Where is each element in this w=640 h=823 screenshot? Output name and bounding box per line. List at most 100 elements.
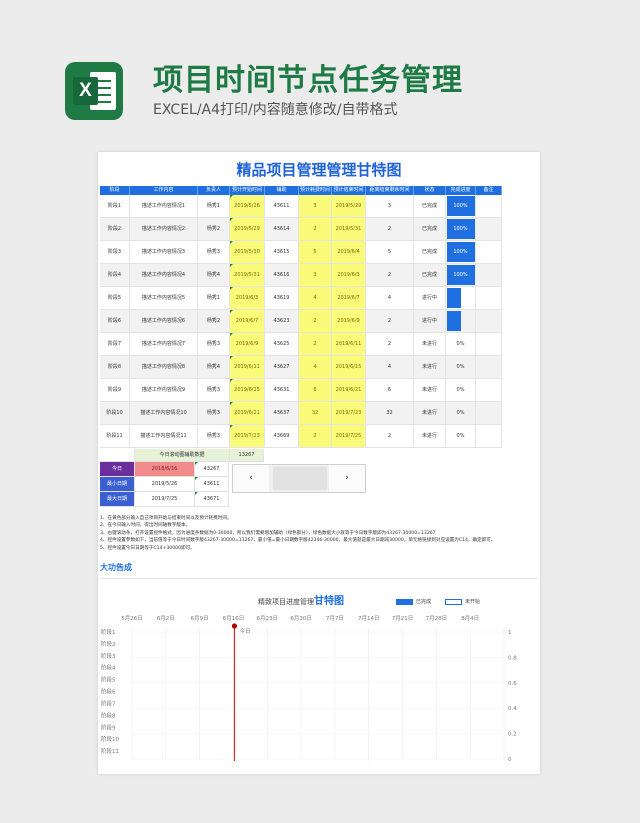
- y2-tick-label: 0.2: [508, 732, 517, 738]
- start-date-cell[interactable]: 2019/5/29: [230, 218, 265, 240]
- column-header: 状态: [414, 186, 446, 195]
- max-date-label: 最大日期: [100, 492, 135, 507]
- aux-cell: 43627: [265, 356, 299, 378]
- duration-cell[interactable]: 32: [299, 402, 332, 424]
- aux-cell: 43631: [265, 379, 299, 401]
- end-date-cell[interactable]: 2019/6/7: [332, 287, 366, 309]
- status-cell: 未进行: [414, 402, 446, 424]
- divider: [100, 578, 538, 579]
- stage-cell: 阶段8: [100, 356, 130, 378]
- remaining-cell: 2: [366, 264, 414, 286]
- duration-cell[interactable]: 2: [299, 218, 332, 240]
- table-row: 阶段8 描述工作内容情况8 杨秀4 2019/6/11 43627 4 2019/6/15 4…: [100, 356, 502, 379]
- min-date-number: 43611: [195, 477, 229, 492]
- end-date-cell[interactable]: 2019/7/23: [332, 402, 366, 424]
- progress-cell: 0%: [446, 356, 476, 378]
- start-date-cell[interactable]: 2019/5/26: [230, 195, 265, 217]
- duration-cell[interactable]: 2: [299, 425, 332, 447]
- table-row: 阶段2 描述工作内容情况2 杨秀2 2019/5/29 43614 2 2019/5/31 2…: [100, 218, 502, 241]
- aux-cell: 43619: [265, 287, 299, 309]
- stage-cell: 阶段11: [100, 425, 130, 447]
- duration-cell[interactable]: 3: [299, 264, 332, 286]
- today-value: 43267: [195, 462, 229, 477]
- column-header: 完成进度: [446, 186, 476, 195]
- y2-tick-label: 0.6: [508, 681, 517, 687]
- aux-cell: 43611: [265, 195, 299, 217]
- page-subtitle: EXCEL/A4打印/内容随意修改/自带格式: [153, 102, 398, 118]
- y-category-label: 阶段9: [101, 723, 116, 731]
- status-cell: 进行中: [414, 287, 446, 309]
- end-date-cell[interactable]: 2019/6/21: [332, 379, 366, 401]
- status-cell: 已完成: [414, 264, 446, 286]
- owner-cell: 杨秀3: [198, 379, 230, 401]
- duration-cell[interactable]: 5: [299, 241, 332, 263]
- gantt-chart: 5月26日 6月2日 6月9日 6月16日 6月23日 6月30日 7月7日 7月14日 7月2…: [101, 615, 517, 763]
- duration-cell[interactable]: 6: [299, 379, 332, 401]
- progress-text: 0%: [456, 433, 465, 439]
- start-date-cell[interactable]: 2019/6/11: [230, 356, 265, 378]
- status-cell: 已完成: [414, 218, 446, 240]
- today-date-input[interactable]: 2018/6/16: [135, 462, 195, 477]
- x-tick-label: 6月30日: [290, 615, 312, 622]
- duration-cell[interactable]: 3: [299, 195, 332, 217]
- table-row: 阶段10 描述工作内容情况10 杨秀3 2019/6/21 43637 32 2019/7/…: [100, 402, 502, 425]
- instruction-line: 2、在今日输入时间，得出时间轴数字版本。: [100, 523, 191, 529]
- y-category-label: 阶段11: [101, 747, 119, 755]
- task-cell: 描述工作内容情况6: [130, 310, 198, 332]
- progress-cell: 100%: [446, 241, 476, 263]
- duration-cell[interactable]: 2: [299, 310, 332, 332]
- remaining-cell: 4: [366, 356, 414, 378]
- y-category-label: 阶段8: [101, 711, 116, 719]
- duration-cell[interactable]: 4: [299, 287, 332, 309]
- scroll-left-arrow-icon[interactable]: ‹: [233, 465, 269, 492]
- start-date-cell[interactable]: 2019/5/31: [230, 264, 265, 286]
- scroll-helper-label: 今日滚动图辅助数据: [135, 449, 230, 462]
- end-date-cell[interactable]: 2019/6/3: [332, 264, 366, 286]
- y-category-label: 阶段2: [101, 640, 116, 648]
- min-date-label: 最小日期: [100, 477, 135, 492]
- task-cell: 描述工作内容情况2: [130, 218, 198, 240]
- x-tick-label: 6月23日: [257, 615, 279, 622]
- aux-cell: 43637: [265, 402, 299, 424]
- end-date-cell[interactable]: 2019/6/4: [332, 241, 366, 263]
- end-date-cell[interactable]: 2019/6/15: [332, 356, 366, 378]
- x-tick-label: 6月9日: [191, 615, 209, 622]
- progress-text: 0%: [456, 364, 465, 370]
- progress-bar: [447, 311, 461, 331]
- stage-cell: 阶段7: [100, 333, 130, 355]
- note-cell: [476, 402, 502, 424]
- start-date-cell[interactable]: 2019/5/30: [230, 241, 265, 263]
- y-category-label: 阶段5: [101, 676, 116, 684]
- note-cell: [476, 425, 502, 447]
- owner-cell: 杨秀1: [198, 195, 230, 217]
- end-date-cell[interactable]: 2019/5/29: [332, 195, 366, 217]
- owner-cell: 杨秀3: [198, 425, 230, 447]
- gantt-title: 精致项目进度管理甘特图: [258, 596, 344, 608]
- instruction-line: 3、右键滚动条，打开设置控件格式，因为进度条数据为0-30000，所以我们需要增…: [100, 530, 436, 536]
- start-date-cell[interactable]: 2019/6/15: [230, 379, 265, 401]
- end-date-cell[interactable]: 2019/6/9: [332, 310, 366, 332]
- start-date-cell[interactable]: 2019/6/9: [230, 333, 265, 355]
- start-date-cell[interactable]: 2019/6/3: [230, 287, 265, 309]
- legend-todo-label: 未开始: [465, 599, 481, 605]
- end-date-cell[interactable]: 2019/6/11: [332, 333, 366, 355]
- start-date-cell[interactable]: 2019/6/7: [230, 310, 265, 332]
- y-category-label: 阶段4: [101, 664, 116, 672]
- scroll-right-arrow-icon[interactable]: ›: [329, 465, 365, 492]
- task-cell: 描述工作内容情况11: [130, 425, 198, 447]
- duration-cell[interactable]: 4: [299, 356, 332, 378]
- note-cell: [476, 195, 502, 217]
- start-date-cell[interactable]: 2019/7/23: [230, 425, 265, 447]
- owner-cell: 杨秀4: [198, 264, 230, 286]
- page-title: 项目时间节点任务管理: [153, 63, 463, 98]
- duration-cell[interactable]: 2: [299, 333, 332, 355]
- instruction-line: 5、控件设置今日日期等于C14+30000即可。: [100, 545, 195, 551]
- end-date-cell[interactable]: 2019/5/31: [332, 218, 366, 240]
- date-scrollbar[interactable]: ‹ ›: [232, 464, 366, 493]
- scroll-thumb[interactable]: [273, 467, 327, 490]
- instruction-line: 1、在黄色部分输入自己项目开始与结束时间以及预计耗费时间。: [100, 516, 232, 521]
- end-date-cell[interactable]: 2019/7/25: [332, 425, 366, 447]
- excel-x-icon: X: [73, 77, 98, 105]
- start-date-cell[interactable]: 2019/6/21: [230, 402, 265, 424]
- column-header: 工作内容: [130, 186, 198, 195]
